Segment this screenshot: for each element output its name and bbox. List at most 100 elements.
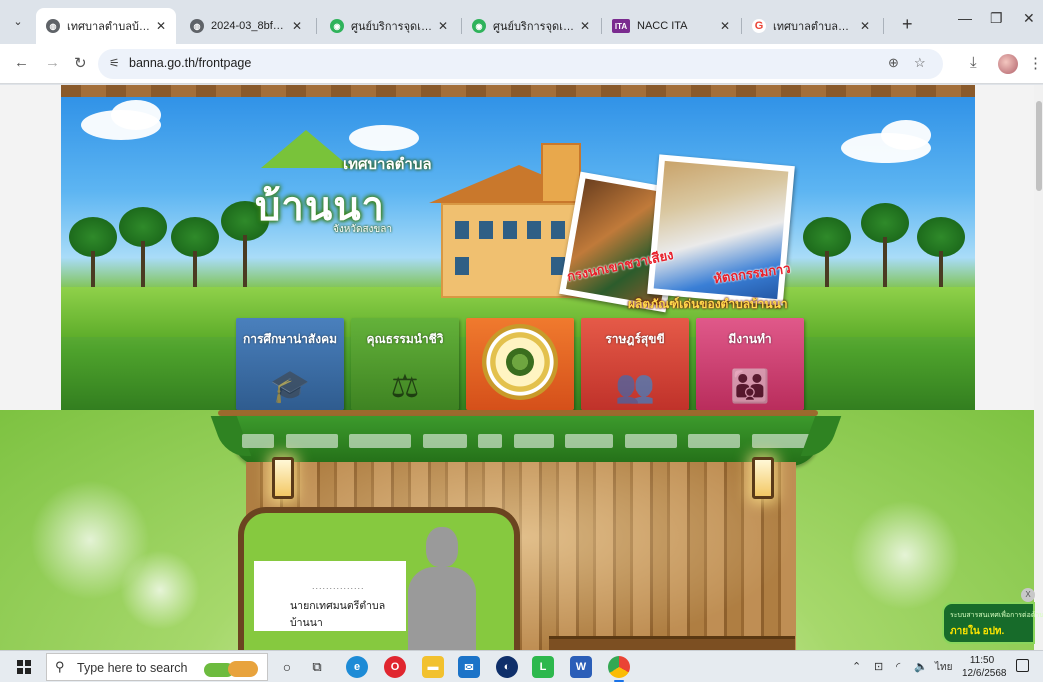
windows-taskbar: ⚲ Type here to search ○ ⧉ e O ▬ ✉ ◐ L W … bbox=[0, 650, 1043, 682]
download-icon[interactable]: ⤓ bbox=[970, 54, 977, 71]
close-icon[interactable]: ✕ bbox=[436, 19, 450, 33]
category-wellbeing[interactable]: ราษฎร์สุขขี 👥 bbox=[581, 318, 689, 410]
tab-separator bbox=[883, 18, 884, 34]
category-municipal-seal[interactable] bbox=[466, 318, 574, 410]
zoom-icon[interactable]: ⊕ bbox=[888, 55, 899, 71]
globe-icon: ◍ bbox=[190, 19, 204, 33]
globe-icon: ◍ bbox=[46, 19, 60, 33]
category-label: ราษฎร์สุขขี bbox=[605, 332, 665, 346]
new-tab-button[interactable]: + bbox=[902, 14, 913, 35]
window-close-icon[interactable]: ✕ bbox=[1023, 10, 1035, 27]
meet-now-icon[interactable]: ⊡ bbox=[874, 660, 883, 673]
close-icon[interactable]: ✕ bbox=[718, 19, 732, 33]
category-label: คุณธรรมนำชีวิ bbox=[366, 332, 444, 346]
windows-start-icon[interactable] bbox=[17, 660, 31, 674]
promo-close-icon[interactable]: X bbox=[1021, 588, 1035, 602]
minimize-icon[interactable]: — bbox=[958, 10, 972, 26]
scrollbar-thumb[interactable] bbox=[1036, 101, 1042, 191]
browser-tab[interactable]: ◉ ศูนย์บริการจุดเดียวเบ็ดเ ✕ bbox=[320, 8, 458, 44]
bookmark-star-icon[interactable]: ☆ bbox=[914, 55, 926, 71]
search-highlight-image[interactable] bbox=[202, 657, 262, 681]
vertical-scrollbar[interactable] bbox=[1034, 85, 1043, 650]
nav-item[interactable] bbox=[285, 434, 338, 448]
nav-item[interactable] bbox=[422, 434, 467, 448]
wifi-icon[interactable]: ◜ bbox=[896, 660, 900, 673]
graduation-cap-icon: 🎓 bbox=[270, 368, 310, 404]
browser-tab[interactable]: ◍ เทศบาลตำบลบ้านนา (เท ✕ bbox=[36, 8, 176, 44]
chevron-up-icon[interactable]: ⌃ bbox=[852, 660, 861, 673]
input-language[interactable]: ไทย bbox=[935, 660, 952, 675]
category-label: การศึกษาน่าสังคม bbox=[242, 332, 338, 346]
nav-item[interactable] bbox=[565, 434, 614, 448]
address-bar[interactable]: ⚟ banna.go.th/frontpage ⊕ ☆ bbox=[98, 49, 943, 79]
app-icon[interactable]: ◐ bbox=[496, 656, 518, 678]
logo-province-text: จังหวัดสงขลา bbox=[333, 224, 393, 235]
taskbar-clock[interactable]: 11:50 12/6/2568 bbox=[962, 654, 1007, 680]
browser-toolbar: ← → ↻ ⚟ banna.go.th/frontpage ⊕ ☆ ⤓ ⋮ bbox=[0, 44, 1043, 84]
nav-item[interactable] bbox=[478, 434, 503, 448]
task-view-icon[interactable]: ⧉ bbox=[306, 656, 328, 678]
word-icon[interactable]: W bbox=[570, 656, 592, 678]
promo-text: ระบบสารสนเทศเพื่อการต่อต้านการทุจริต bbox=[950, 612, 1043, 619]
url-text[interactable]: banna.go.th/frontpage bbox=[129, 56, 251, 70]
clock-time: 11:50 bbox=[969, 655, 995, 666]
profile-avatar[interactable] bbox=[998, 54, 1018, 74]
page-viewport: เทศบาลตำบล บ้านนา จังหวัดสงขลา กรงนกเขาช… bbox=[0, 85, 1043, 650]
cortana-icon[interactable]: ○ bbox=[276, 656, 298, 678]
tab-title: ศูนย์บริการจุดเดียวเบ็ดเ bbox=[493, 21, 574, 33]
google-g-icon: G bbox=[752, 19, 766, 33]
browser-tab[interactable]: ITA NACC ITA ✕ bbox=[602, 8, 740, 44]
site-banner: เทศบาลตำบล บ้านนา จังหวัดสงขลา กรงนกเขาช… bbox=[61, 85, 975, 417]
browser-tab[interactable]: G เทศบาลตำบลบ้านนา - ( ✕ bbox=[742, 8, 880, 44]
tab-title: 2024-03_8bfc54cdd2 bbox=[211, 20, 286, 32]
tab-title: เทศบาลตำบลบ้านนา (เท bbox=[67, 21, 150, 33]
search-icon: ⚲ bbox=[55, 659, 65, 674]
browser-tab[interactable]: ◍ 2024-03_8bfc54cdd2 ✕ bbox=[180, 8, 312, 44]
back-arrow-icon[interactable]: ← bbox=[14, 54, 29, 71]
wall-lamp bbox=[752, 457, 774, 499]
file-explorer-icon[interactable]: ▬ bbox=[422, 656, 444, 678]
workers-icon: 👪 bbox=[730, 368, 770, 404]
notification-icon[interactable] bbox=[1016, 659, 1029, 672]
category-employment[interactable]: มีงานทำ 👪 bbox=[696, 318, 804, 410]
category-morality[interactable]: คุณธรรมนำชีวิ ⚖ bbox=[351, 318, 459, 410]
volume-icon[interactable]: 🔈 bbox=[914, 660, 928, 673]
people-icon: 👥 bbox=[615, 368, 655, 404]
tab-search-button[interactable]: ⌄ bbox=[8, 12, 28, 32]
mail-icon[interactable]: ✉ bbox=[458, 656, 480, 678]
close-icon[interactable]: ✕ bbox=[290, 19, 304, 33]
mayor-card[interactable]: ............... นายกเทศมนตรีตำบลบ้านนา bbox=[238, 507, 520, 650]
close-icon[interactable]: ✕ bbox=[154, 19, 168, 33]
close-icon[interactable]: ✕ bbox=[578, 19, 592, 33]
wood-trim bbox=[61, 85, 975, 97]
wall-lamp bbox=[272, 457, 294, 499]
restore-icon[interactable]: ❐ bbox=[990, 10, 1003, 27]
forward-arrow-icon[interactable]: → bbox=[45, 54, 60, 71]
nav-item[interactable] bbox=[349, 434, 412, 448]
tab-title: เทศบาลตำบลบ้านนา - ( bbox=[773, 21, 854, 33]
menu-kebab-icon[interactable]: ⋮ bbox=[1028, 54, 1043, 72]
site-info-icon[interactable]: ⚟ bbox=[109, 56, 120, 70]
close-icon[interactable]: ✕ bbox=[858, 19, 872, 33]
promo-link-text: ภายใน อปท. bbox=[950, 626, 1005, 637]
reload-icon[interactable]: ↻ bbox=[74, 54, 87, 72]
anti-corruption-promo[interactable]: ระบบสารสนเทศเพื่อการต่อต้านการทุจริต ภาย… bbox=[942, 602, 1043, 644]
search-placeholder: Type here to search bbox=[77, 661, 188, 675]
opera-icon[interactable]: O bbox=[384, 656, 406, 678]
edge-icon[interactable]: e bbox=[346, 656, 368, 678]
nav-item[interactable] bbox=[751, 434, 810, 448]
nav-item[interactable] bbox=[688, 434, 741, 448]
person-silhouette-icon bbox=[402, 527, 482, 650]
mayor-name-panel: ............... นายกเทศมนตรีตำบลบ้านนา bbox=[254, 561, 406, 631]
line-icon[interactable]: L bbox=[532, 656, 554, 678]
category-education[interactable]: การศึกษาน่าสังคม 🎓 bbox=[236, 318, 344, 410]
cloud bbox=[881, 120, 931, 150]
browser-tab[interactable]: ◉ ศูนย์บริการจุดเดียวเบ็ดเ ✕ bbox=[462, 8, 600, 44]
nav-item[interactable] bbox=[242, 434, 274, 448]
chrome-icon[interactable] bbox=[608, 656, 630, 682]
main-nav bbox=[232, 416, 820, 466]
nav-item[interactable] bbox=[513, 434, 554, 448]
browser-tab-strip: ⌄ ◍ เทศบาลตำบลบ้านนา (เท ✕ ◍ 2024-03_8bf… bbox=[0, 0, 1043, 44]
taskbar-search-box[interactable]: ⚲ Type here to search bbox=[46, 653, 268, 681]
nav-item[interactable] bbox=[624, 434, 677, 448]
